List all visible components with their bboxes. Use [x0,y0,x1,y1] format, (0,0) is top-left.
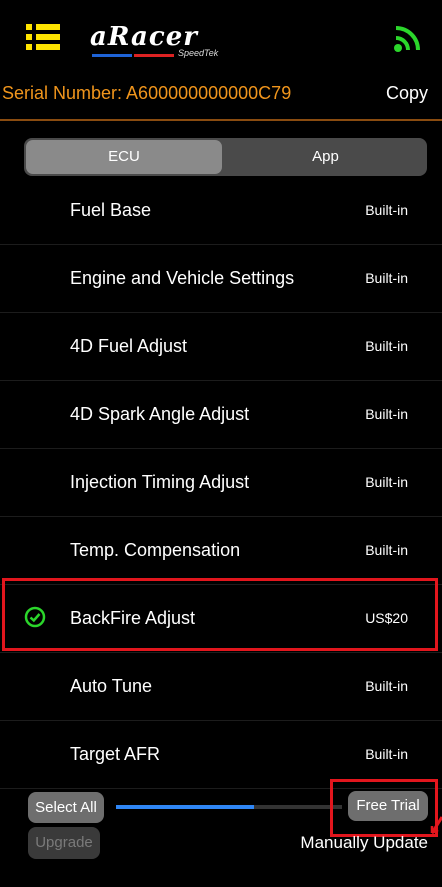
tab-ecu[interactable]: ECU [26,140,222,174]
item-value: Built-in [365,542,408,558]
progress-fill [116,805,254,809]
menu-icon[interactable] [26,24,62,52]
upgrade-button[interactable]: Upgrade [28,827,100,859]
bottom-toolbar: Select All Free Trial Upgrade Manually U… [0,777,442,887]
highlight-box-free-trial [330,779,438,837]
update-progress-bar [116,805,342,809]
item-label: Auto Tune [70,676,153,696]
serial-number: Serial Number: A600000000000C79 [2,83,292,103]
list-item[interactable]: 4D Spark Angle Adjust Built-in [0,380,442,449]
item-label: Temp. Compensation [70,540,241,560]
ecu-app-segment: ECU App [24,138,427,176]
item-value: Built-in [365,678,408,694]
list-item[interactable]: Engine and Vehicle Settings Built-in [0,244,442,313]
select-all-button[interactable]: Select All [28,792,104,823]
item-value: Built-in [365,746,408,762]
list-item[interactable]: Auto Tune Built-in [0,652,442,721]
highlight-box-backfire [2,578,438,651]
item-label: Engine and Vehicle Settings [70,268,295,288]
top-bar: aRacer SpeedTek [0,0,442,75]
copy-button[interactable]: Copy [386,83,428,104]
wifi-signal-icon [394,26,420,52]
tab-app[interactable]: App [226,140,425,174]
item-label: 4D Spark Angle Adjust [70,404,250,424]
list-item[interactable]: Temp. Compensation Built-in [0,516,442,585]
item-value: Built-in [365,202,408,218]
item-value: Built-in [365,474,408,490]
list-item[interactable]: 4D Fuel Adjust Built-in [0,312,442,381]
list-item[interactable]: Injection Timing Adjust Built-in [0,448,442,517]
list-item[interactable]: Fuel Base Built-in [0,176,442,245]
arrow-pointer-icon [430,816,442,835]
item-value: Built-in [365,406,408,422]
item-value: Built-in [365,270,408,286]
item-label: 4D Fuel Adjust [70,336,188,356]
item-label: Injection Timing Adjust [70,472,250,492]
aracer-logo: aRacer SpeedTek [90,22,219,58]
manually-update-link[interactable]: Manually Update [300,833,428,853]
item-label: Fuel Base [70,200,152,220]
serial-bar: Serial Number: A600000000000C79 Copy [0,75,442,121]
item-value: Built-in [365,338,408,354]
item-label: Target AFR [70,744,161,764]
